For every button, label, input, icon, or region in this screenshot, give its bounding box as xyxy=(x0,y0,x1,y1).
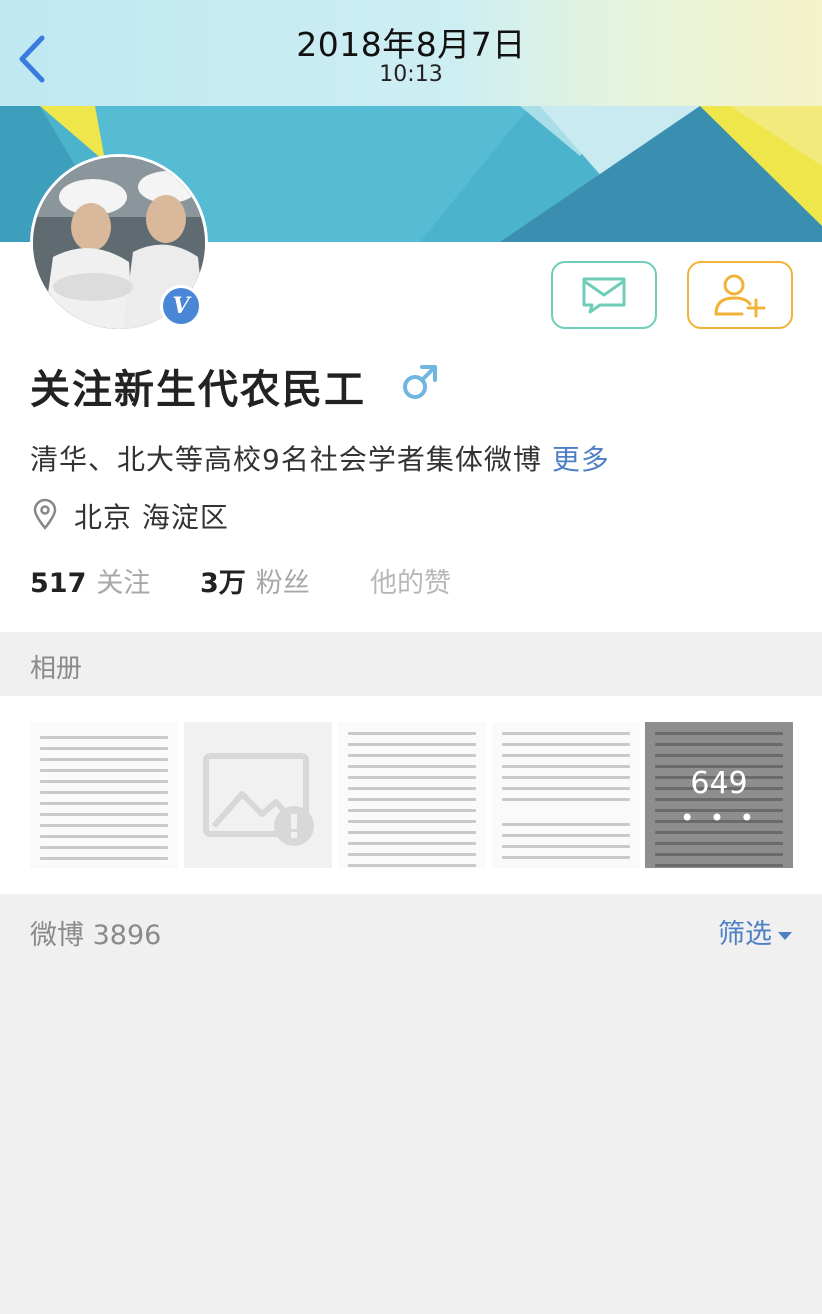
broken-image-icon xyxy=(203,753,314,846)
album-strip: 649 • • • xyxy=(0,696,822,894)
message-button[interactable] xyxy=(551,261,657,329)
nav-header: 2018年8月7日 10:13 xyxy=(0,0,822,106)
follow-button[interactable] xyxy=(687,261,793,329)
profile-bio: 清华、北大等高校9名社会学者集体微博 更多 xyxy=(30,438,610,478)
following-label: 关注 xyxy=(96,568,151,599)
weibo-count-label: 微博 3896 xyxy=(30,920,162,951)
album-photo[interactable] xyxy=(338,722,486,868)
male-icon xyxy=(400,362,440,402)
followers-label: 粉丝 xyxy=(255,568,310,599)
album-more-photos[interactable]: 649 • • • xyxy=(645,722,793,868)
filter-button[interactable]: 筛选 xyxy=(718,912,792,951)
header-date: 2018年8月7日 xyxy=(296,25,526,64)
followers-count: 3万 xyxy=(200,568,246,599)
bio-more-link[interactable]: 更多 xyxy=(552,443,610,476)
likes-stat[interactable]: 他的赞 xyxy=(370,561,451,600)
more-dots-icon: • • • xyxy=(680,804,758,832)
album-photo[interactable] xyxy=(30,722,178,868)
dropdown-caret-icon xyxy=(778,931,792,940)
following-count: 517 xyxy=(30,568,87,599)
album-photo-count: 649 xyxy=(690,766,748,801)
message-icon xyxy=(582,277,626,314)
album-photo-broken[interactable] xyxy=(184,722,332,868)
album-title[interactable]: 相册 xyxy=(30,648,82,685)
profile-name: 关注新生代农民工 xyxy=(30,367,366,413)
following-stat[interactable]: 517 关注 xyxy=(30,561,150,600)
album-photo[interactable] xyxy=(492,722,640,868)
profile-location: 北京 海淀区 xyxy=(74,501,229,534)
header-time: 10:13 xyxy=(379,62,443,87)
followers-stat[interactable]: 3万 粉丝 xyxy=(200,561,310,600)
verified-badge-icon: V xyxy=(160,285,202,327)
album-header xyxy=(0,632,822,696)
location-pin-icon xyxy=(32,498,58,530)
add-user-icon xyxy=(714,274,766,318)
bio-text: 清华、北大等高校9名社会学者集体微博 xyxy=(30,443,542,476)
filter-label: 筛选 xyxy=(718,919,772,950)
